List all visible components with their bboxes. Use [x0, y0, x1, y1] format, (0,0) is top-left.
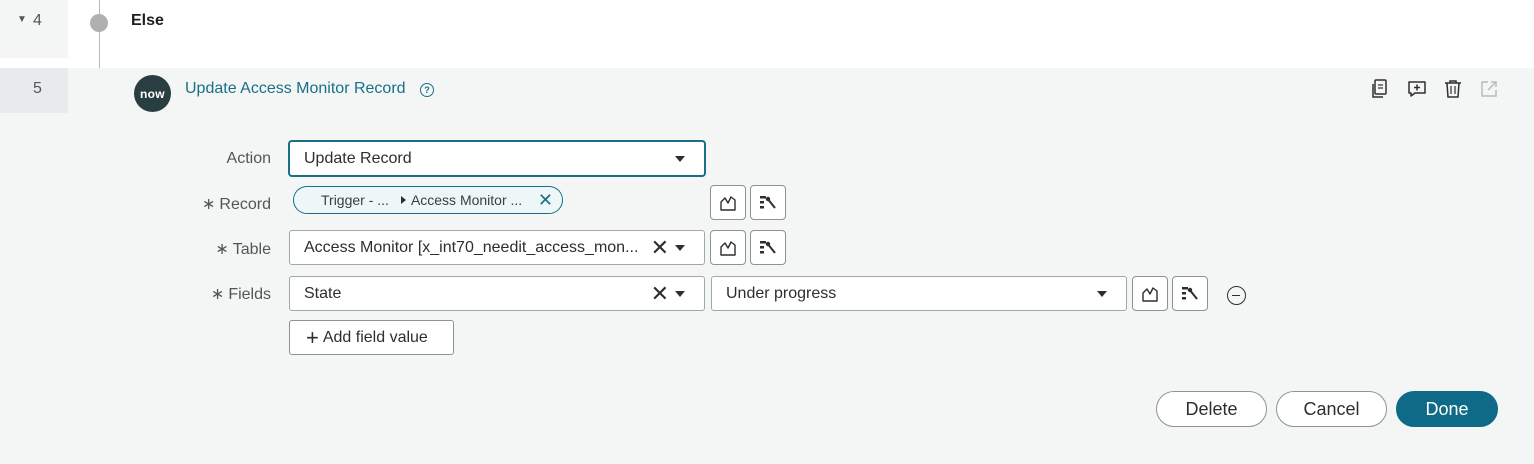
data-pill-picker-button[interactable] — [750, 230, 786, 265]
action-value: Update Record — [304, 149, 412, 167]
data-pill-picker-button[interactable] — [1172, 276, 1208, 311]
flow-node-dot — [90, 14, 108, 32]
script-toggle-icon — [720, 195, 736, 211]
flow-step-else: ▼ 4 Else — [0, 0, 1534, 68]
field-name-select[interactable]: State ✕ — [289, 276, 705, 311]
step-gutter: ▼ 4 — [0, 0, 68, 58]
table-label: ∗ Table — [215, 241, 271, 258]
remove-field-icon[interactable] — [1227, 286, 1246, 305]
record-label: ∗ Record — [202, 196, 271, 213]
pill-record-text: Access Monitor ... — [410, 192, 523, 208]
chevron-down-icon — [1097, 290, 1107, 297]
step-number: 4 — [33, 12, 42, 29]
data-pill-picker-icon — [760, 195, 776, 209]
open-external-icon[interactable] — [1478, 78, 1500, 100]
toggle-script-button[interactable] — [1132, 276, 1168, 311]
step-number: 5 — [33, 80, 42, 97]
trash-icon[interactable] — [1442, 78, 1464, 100]
add-field-value-button[interactable]: + Add field value — [289, 320, 454, 355]
data-pill-picker-button[interactable] — [750, 185, 786, 220]
script-toggle-icon — [720, 240, 736, 256]
data-pill-picker-icon — [760, 240, 776, 254]
field-value-text: Under progress — [726, 284, 837, 302]
field-name-value: State — [304, 284, 342, 302]
chevron-down-icon — [675, 244, 685, 251]
pill-trigger-text: Trigger - ... — [321, 192, 389, 208]
collapse-caret-icon[interactable]: ▼ — [17, 14, 27, 25]
caret-right-icon — [400, 196, 406, 204]
chevron-down-icon — [675, 290, 685, 297]
now-logo-icon: now — [134, 75, 171, 112]
toggle-script-button[interactable] — [710, 185, 746, 220]
copy-icon[interactable] — [1368, 78, 1390, 100]
add-field-value-label: Add field value — [322, 328, 428, 346]
toggle-script-button[interactable] — [710, 230, 746, 265]
chevron-down-icon — [675, 155, 685, 162]
step-gutter: 5 — [0, 68, 68, 113]
done-button[interactable]: Done — [1396, 391, 1498, 427]
record-data-pill[interactable]: Trigger - ... Access Monitor ... ✕ — [293, 186, 563, 214]
clear-icon[interactable]: ✕ — [651, 236, 669, 259]
step-title-else[interactable]: Else — [131, 12, 164, 30]
add-comment-icon[interactable] — [1406, 78, 1428, 100]
action-select[interactable]: Update Record — [289, 141, 705, 176]
field-value-select[interactable]: Under progress — [711, 276, 1127, 311]
step-title-update[interactable]: Update Access Monitor Record — [185, 80, 406, 98]
flow-connector-line — [99, 0, 100, 68]
fields-label: ∗ Fields — [210, 286, 271, 303]
plus-icon: + — [306, 324, 319, 350]
cancel-button[interactable]: Cancel — [1276, 391, 1387, 427]
remove-pill-icon[interactable]: ✕ — [538, 190, 553, 211]
help-icon[interactable]: ? — [420, 83, 434, 97]
delete-button[interactable]: Delete — [1156, 391, 1267, 427]
action-label: Action — [226, 150, 271, 167]
flow-step-update-record: 5 now Update Access Monitor Record ? Act… — [0, 68, 1534, 464]
clear-icon[interactable]: ✕ — [651, 282, 669, 305]
data-pill-picker-icon — [1182, 286, 1198, 300]
script-toggle-icon — [1142, 286, 1158, 302]
table-select[interactable]: Access Monitor [x_int70_needit_access_mo… — [289, 230, 705, 265]
table-value: Access Monitor [x_int70_needit_access_mo… — [304, 238, 639, 256]
